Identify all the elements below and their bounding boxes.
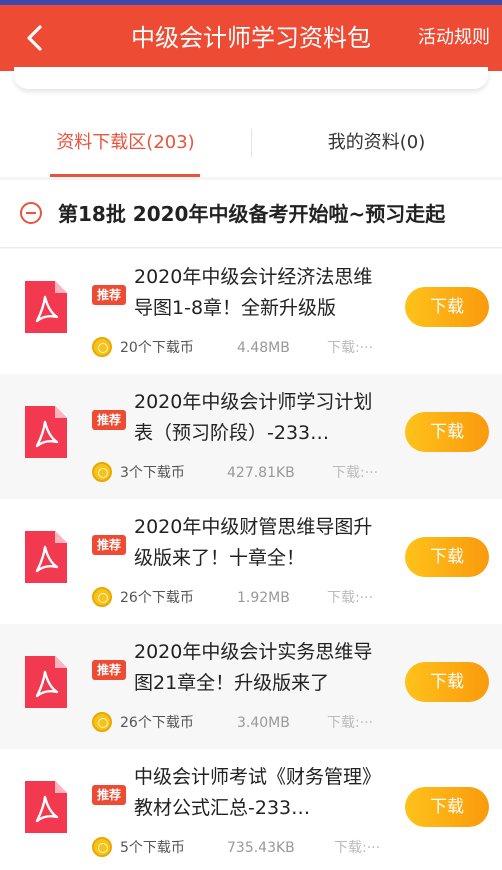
item-title[interactable]: 中级会计师考试《财务管理》教材公式汇总-233… xyxy=(134,762,389,824)
file-size: 1.92MB xyxy=(237,590,290,606)
recommend-badge: 推荐 xyxy=(92,535,126,555)
download-button[interactable]: 下载 xyxy=(405,287,489,327)
list-item[interactable]: 推荐 2020年中级会计师学习计划表（预习阶段）-233… 3个下载币 427.… xyxy=(0,374,502,499)
file-size: 735.43KB xyxy=(227,840,295,856)
item-meta: 3个下载币 427.81KB 下载:··· xyxy=(92,462,392,484)
coin-icon xyxy=(92,587,112,607)
recommend-badge: 推荐 xyxy=(92,285,126,305)
download-button[interactable]: 下载 xyxy=(405,662,489,702)
app-header: 中级会计师学习资料包 活动规则 xyxy=(0,5,502,71)
section-title: 第18批 2020年中级备考开始啦~预习走起 xyxy=(58,202,446,226)
coin-cost: 20个下载币 xyxy=(120,340,194,356)
pdf-icon xyxy=(25,281,67,333)
banner-area xyxy=(0,67,502,107)
list-item[interactable]: 推荐 2020年中级会计实务思维导图21章全！升级版来了 26个下载币 3.40… xyxy=(0,624,502,749)
download-count: 下载:··· xyxy=(327,715,374,731)
active-tab-indicator xyxy=(50,174,200,177)
recommend-badge: 推荐 xyxy=(92,660,126,680)
download-count: 下载:··· xyxy=(327,590,374,606)
item-meta: 5个下载币 735.43KB 下载:··· xyxy=(92,837,392,859)
section-header[interactable]: 第18批 2020年中级备考开始啦~预习走起 xyxy=(0,180,502,248)
material-list: 推荐 2020年中级会计经济法思维导图1-8章！全新升级版 20个下载币 4.4… xyxy=(0,249,502,870)
download-button[interactable]: 下载 xyxy=(405,537,489,577)
pdf-icon xyxy=(25,781,67,833)
file-size: 4.48MB xyxy=(237,340,290,356)
item-meta: 26个下载币 3.40MB 下载:··· xyxy=(92,712,392,734)
pdf-icon xyxy=(25,656,67,708)
download-button[interactable]: 下载 xyxy=(405,787,489,827)
minus-circle-icon[interactable] xyxy=(20,202,42,224)
download-count: 下载:··· xyxy=(332,465,379,481)
item-title[interactable]: 2020年中级会计师学习计划表（预习阶段）-233… xyxy=(134,387,389,449)
coin-icon xyxy=(92,462,112,482)
banner-card xyxy=(14,67,488,89)
download-button[interactable]: 下载 xyxy=(405,412,489,452)
list-item[interactable]: 推荐 中级会计师考试《财务管理》教材公式汇总-233… 5个下载币 735.43… xyxy=(0,749,502,870)
recommend-badge: 推荐 xyxy=(92,785,126,805)
pdf-icon xyxy=(25,531,67,583)
file-size: 3.40MB xyxy=(237,715,290,731)
tab-bar: 资料下载区(203) 我的资料(0) xyxy=(0,107,502,177)
recommend-badge: 推荐 xyxy=(92,410,126,430)
tab-my-materials[interactable]: 我的资料(0) xyxy=(251,107,502,177)
item-meta: 20个下载币 4.48MB 下载:··· xyxy=(92,337,392,359)
tab-my-materials-label: 我的资料(0) xyxy=(327,132,426,153)
coin-cost: 3个下载币 xyxy=(120,465,185,481)
coin-cost: 26个下载币 xyxy=(120,590,194,606)
coin-icon xyxy=(92,712,112,732)
tab-download-area[interactable]: 资料下载区(203) xyxy=(0,107,251,177)
item-meta: 26个下载币 1.92MB 下载:··· xyxy=(92,587,392,609)
activity-rules-link[interactable]: 活动规则 xyxy=(418,5,490,71)
item-title[interactable]: 2020年中级会计实务思维导图21章全！升级版来了 xyxy=(134,637,389,699)
tab-download-area-label: 资料下载区(203) xyxy=(56,132,195,153)
list-item[interactable]: 推荐 2020年中级财管思维导图升级版来了！十章全！ 26个下载币 1.92MB… xyxy=(0,499,502,624)
pdf-icon xyxy=(25,406,67,458)
coin-icon xyxy=(92,837,112,857)
coin-cost: 5个下载币 xyxy=(120,840,185,856)
coin-cost: 26个下载币 xyxy=(120,715,194,731)
list-item[interactable]: 推荐 2020年中级会计经济法思维导图1-8章！全新升级版 20个下载币 4.4… xyxy=(0,249,502,374)
item-title[interactable]: 2020年中级财管思维导图升级版来了！十章全！ xyxy=(134,512,389,574)
download-count: 下载:··· xyxy=(327,340,374,356)
coin-icon xyxy=(92,337,112,357)
download-count: 下载:··· xyxy=(334,840,381,856)
file-size: 427.81KB xyxy=(227,465,295,481)
item-title[interactable]: 2020年中级会计经济法思维导图1-8章！全新升级版 xyxy=(134,262,389,324)
